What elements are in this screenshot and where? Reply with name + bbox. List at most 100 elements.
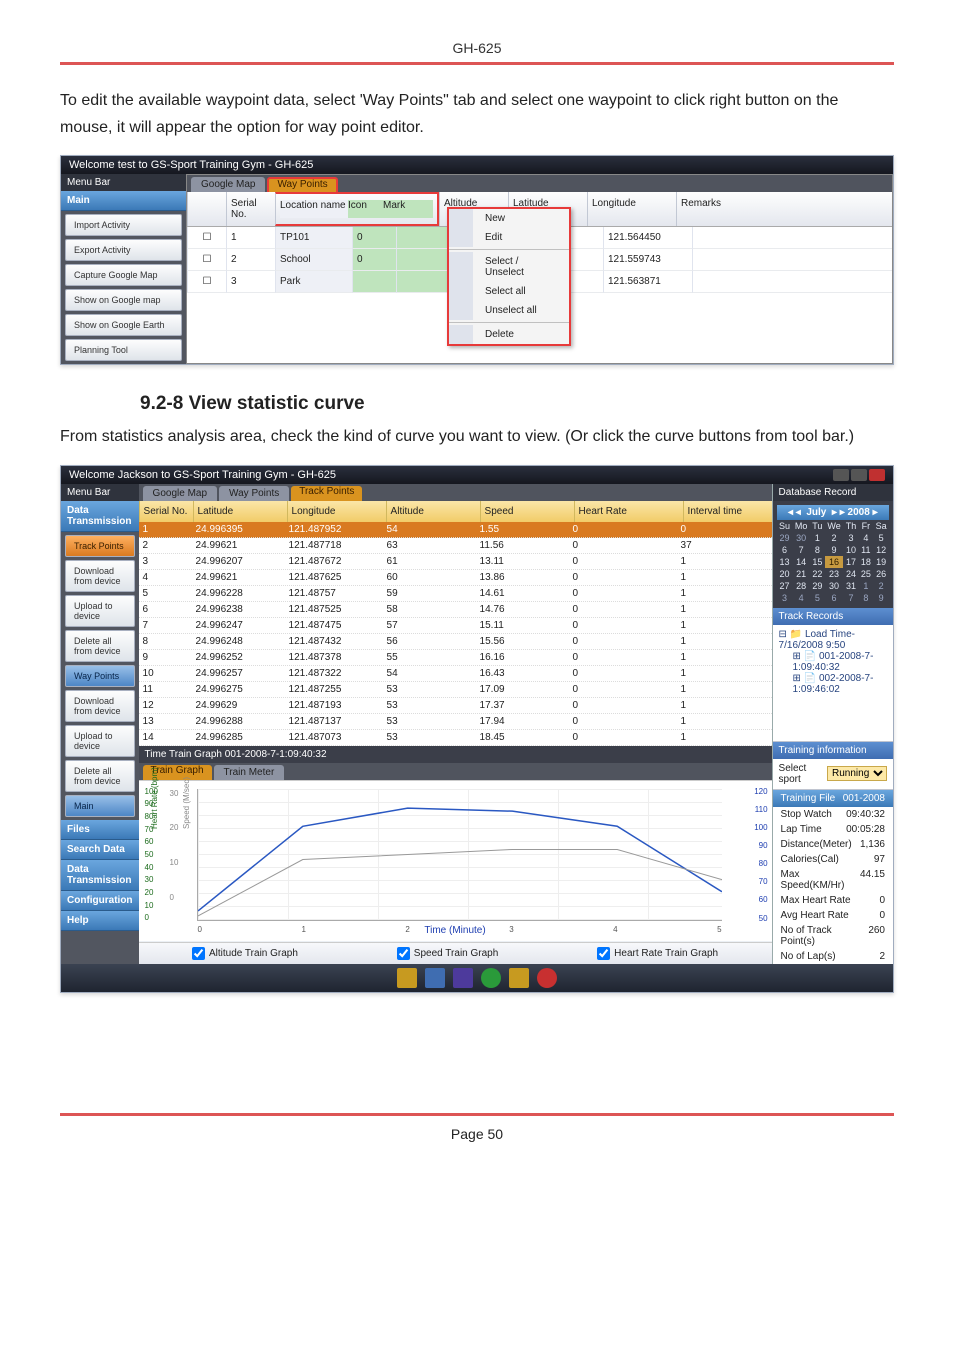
context-menu-item[interactable]: Delete [449, 325, 569, 344]
toolbar-icon[interactable] [537, 968, 557, 988]
sidebar-item[interactable]: Export Activity [65, 239, 182, 261]
calendar-day[interactable]: 8 [859, 592, 874, 604]
tree-node[interactable]: 001-2008-7-1:09:40:32 [793, 651, 874, 673]
context-menu-item[interactable]: Unselect all [449, 301, 569, 320]
toolbar-icon[interactable] [509, 968, 529, 988]
sidebar-item[interactable]: Show on Google Earth [65, 314, 182, 336]
sidebar-item[interactable]: Upload to device [65, 725, 135, 757]
toolbar-icon[interactable] [397, 968, 417, 988]
cal-next-icon[interactable]: ▸ ▸ [832, 507, 845, 518]
calendar-day[interactable]: 1 [859, 580, 874, 592]
sidebar-item[interactable]: Track Points [65, 535, 135, 557]
calendar-day[interactable]: 28 [792, 580, 810, 592]
calendar-day[interactable]: 4 [792, 592, 810, 604]
maximize-icon[interactable] [851, 469, 867, 481]
tab-way-points[interactable]: Way Points [219, 486, 289, 501]
sidebar-item[interactable]: Help [61, 911, 139, 931]
sidebar-item[interactable]: Download from device [65, 560, 135, 592]
calendar[interactable]: ◂ ◂ July ▸ ▸ 2008 ▸ SuMoTuWeThFrSa293012… [773, 501, 893, 608]
sidebar-item[interactable]: Import Activity [65, 214, 182, 236]
tab-google-map[interactable]: Google Map [191, 177, 265, 192]
tab-track-points[interactable]: Track Points [291, 486, 362, 501]
calendar-day[interactable]: 5 [873, 532, 889, 544]
table-row[interactable]: 824.996248121.4874325615.5601 [139, 634, 772, 650]
calendar-day[interactable]: 26 [873, 568, 889, 580]
sidebar-item[interactable]: Upload to device [65, 595, 135, 627]
tab-google-map[interactable]: Google Map [143, 486, 217, 501]
sidebar-item[interactable]: Planning Tool [65, 339, 182, 361]
calendar-day[interactable]: 6 [777, 544, 793, 556]
calendar-day[interactable]: 7 [792, 544, 810, 556]
close-icon[interactable] [869, 469, 885, 481]
context-menu-item[interactable]: New [449, 209, 569, 228]
sidebar-item[interactable]: Files [61, 820, 139, 840]
toolbar-icon[interactable] [425, 968, 445, 988]
calendar-day[interactable]: 2 [825, 532, 844, 544]
context-menu-item[interactable]: Edit [449, 228, 569, 247]
sidebar-item[interactable]: Configuration [61, 891, 139, 911]
table-row[interactable]: 324.996207121.4876726113.1101 [139, 554, 772, 570]
sidebar-item[interactable]: Capture Google Map [65, 264, 182, 286]
table-row[interactable]: 1124.996275121.4872555317.0901 [139, 682, 772, 698]
graph-toggle[interactable]: Speed Train Graph [397, 947, 499, 960]
sidebar-item[interactable]: Delete all from device [65, 760, 135, 792]
calendar-day[interactable]: 29 [810, 580, 825, 592]
sidebar-item[interactable]: Data Transmission [61, 860, 139, 891]
calendar-day[interactable]: 12 [873, 544, 889, 556]
sidebar-item[interactable]: Show on Google map [65, 289, 182, 311]
table-row[interactable]: 1024.996257121.4873225416.4301 [139, 666, 772, 682]
calendar-day[interactable]: 4 [859, 532, 874, 544]
cal-next2-icon[interactable]: ▸ [873, 507, 878, 518]
sidebar-item[interactable]: Search Data [61, 840, 139, 860]
tab-way-points[interactable]: Way Points [267, 177, 337, 192]
calendar-day[interactable]: 14 [792, 556, 810, 568]
graph-toggle[interactable]: Altitude Train Graph [192, 947, 298, 960]
cal-prev-icon[interactable]: ◂ ◂ [788, 507, 801, 518]
calendar-day[interactable]: 9 [825, 544, 844, 556]
calendar-day[interactable]: 6 [825, 592, 844, 604]
calendar-day[interactable]: 11 [859, 544, 874, 556]
calendar-day[interactable]: 5 [810, 592, 825, 604]
table-row[interactable]: 1424.996285121.4870735318.4501 [139, 730, 772, 746]
calendar-day[interactable]: 16 [825, 556, 844, 568]
calendar-day[interactable]: 22 [810, 568, 825, 580]
calendar-day[interactable]: 3 [777, 592, 793, 604]
calendar-day[interactable]: 24 [843, 568, 858, 580]
calendar-day[interactable]: 23 [825, 568, 844, 580]
table-row[interactable]: 1224.99629121.4871935317.3701 [139, 698, 772, 714]
calendar-day[interactable]: 25 [859, 568, 874, 580]
table-row[interactable]: 1324.996288121.4871375317.9401 [139, 714, 772, 730]
table-row[interactable]: 124.996395121.487952541.5500 [139, 522, 772, 538]
minimize-icon[interactable] [833, 469, 849, 481]
table-row[interactable]: 224.99621121.4877186311.56037 [139, 538, 772, 554]
sidebar-item[interactable]: Way Points [65, 665, 135, 687]
calendar-day[interactable]: 1 [810, 532, 825, 544]
calendar-day[interactable]: 15 [810, 556, 825, 568]
calendar-day[interactable]: 9 [873, 592, 889, 604]
toolbar-icon[interactable] [453, 968, 473, 988]
track-tree[interactable]: ⊟ 📁 Load Time-7/16/2008 9:50 ⊞ 📄 001-200… [773, 625, 893, 741]
calendar-day[interactable]: 30 [792, 532, 810, 544]
calendar-day[interactable]: 17 [843, 556, 858, 568]
sidebar-item[interactable]: Download from device [65, 690, 135, 722]
toolbar-icon[interactable] [481, 968, 501, 988]
sidebar-item[interactable]: Delete all from device [65, 630, 135, 662]
calendar-day[interactable]: 20 [777, 568, 793, 580]
context-menu-item[interactable]: Select all [449, 282, 569, 301]
calendar-day[interactable]: 13 [777, 556, 793, 568]
calendar-day[interactable]: 30 [825, 580, 844, 592]
table-row[interactable]: 624.996238121.4875255814.7601 [139, 602, 772, 618]
calendar-day[interactable]: 8 [810, 544, 825, 556]
table-row[interactable]: 524.996228121.487575914.6101 [139, 586, 772, 602]
calendar-day[interactable]: 3 [843, 532, 858, 544]
calendar-day[interactable]: 7 [843, 592, 858, 604]
sidebar-item[interactable]: Main [65, 795, 135, 817]
calendar-day[interactable]: 29 [777, 532, 793, 544]
tree-root[interactable]: Load Time-7/16/2008 9:50 [779, 629, 855, 651]
calendar-day[interactable]: 10 [843, 544, 858, 556]
tree-node[interactable]: 002-2008-7-1:09:46:02 [793, 673, 874, 695]
select-sport[interactable]: Running [827, 766, 887, 781]
graph-toggle[interactable]: Heart Rate Train Graph [597, 947, 718, 960]
subtab-train-meter[interactable]: Train Meter [214, 765, 285, 780]
table-row[interactable]: 724.996247121.4874755715.1101 [139, 618, 772, 634]
